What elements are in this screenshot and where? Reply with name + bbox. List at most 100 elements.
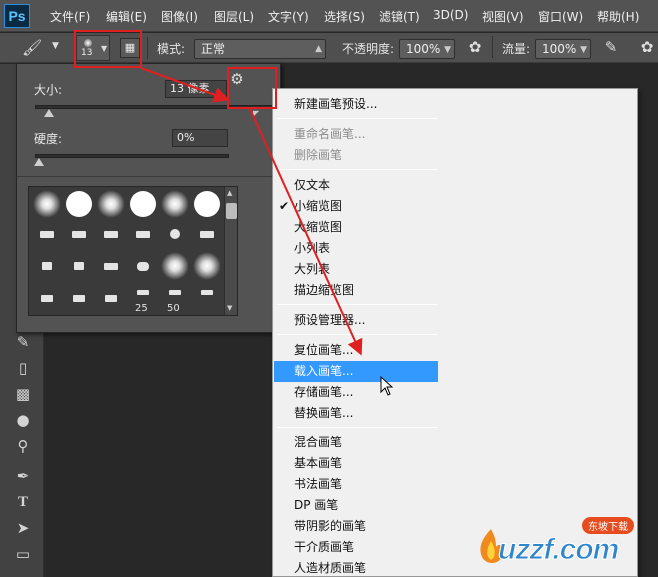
opacity-input[interactable]: 100% ▼	[399, 39, 455, 59]
menu-item-replace-brushes[interactable]: 替换画笔...	[274, 403, 438, 424]
brush-preset[interactable]	[95, 189, 127, 219]
menu-item-large-list[interactable]: 大列表	[274, 259, 438, 280]
angled-tip-icon	[73, 294, 85, 302]
reset-size-icon[interactable]: ◤	[253, 109, 263, 118]
pen-tip-icon	[201, 289, 213, 295]
brush-preset[interactable]	[31, 251, 63, 281]
scrollbar-thumb[interactable]	[226, 203, 237, 219]
brush-preset[interactable]	[127, 189, 159, 219]
menu-3d[interactable]: 3D(D)	[433, 8, 468, 22]
menu-select[interactable]: 选择(S)	[324, 8, 365, 25]
size-input[interactable]: 13 像素	[165, 80, 227, 98]
annotation-box-brush-picker	[74, 30, 142, 68]
round-tip-icon	[137, 261, 149, 271]
size-label: 大小:	[34, 83, 63, 97]
size-slider-thumb[interactable]	[44, 109, 55, 117]
pen-tip-icon	[72, 230, 86, 238]
brush-preset[interactable]	[95, 283, 127, 313]
scroll-down-icon[interactable]: ▼	[227, 304, 232, 312]
menu-item-new-preset[interactable]: 新建画笔预设...	[274, 94, 438, 115]
menu-item-faux-finish-brushes[interactable]: 人造材质画笔	[274, 558, 438, 577]
brush-preset[interactable]	[95, 219, 127, 249]
gradient-icon[interactable]: ▩	[12, 384, 34, 404]
flow-input[interactable]: 100% ▼	[535, 39, 591, 59]
menu-layer[interactable]: 图层(L)	[214, 8, 254, 25]
tool-preset-chevron-down-icon[interactable]: ▼	[52, 41, 59, 51]
hardness-slider[interactable]	[35, 154, 229, 158]
watermark-logo: 东坡下载 uzzf.com	[470, 515, 658, 577]
scroll-up-icon[interactable]: ▲	[227, 189, 232, 197]
angled-tip-icon	[105, 294, 117, 302]
mode-value: 正常	[201, 42, 226, 56]
brush-preset[interactable]	[31, 189, 63, 219]
brush-preset[interactable]	[159, 189, 191, 219]
eraser-icon[interactable]: ▯	[12, 358, 34, 378]
divider	[492, 36, 493, 58]
pen-icon[interactable]: ✒	[12, 466, 34, 486]
hard-round-icon	[66, 191, 92, 217]
rectangle-icon[interactable]: ▭	[12, 544, 34, 564]
annotation-box-gear	[227, 67, 277, 109]
menu-item-dp-brushes[interactable]: DP 画笔	[274, 495, 438, 516]
mode-label: 模式:	[157, 42, 186, 56]
menu-item-dry-media-brushes[interactable]: 干介质画笔	[274, 537, 438, 558]
history-brush-icon[interactable]: ✎	[12, 332, 34, 352]
menu-type[interactable]: 文字(Y)	[268, 8, 309, 25]
brush-preset[interactable]	[31, 219, 63, 249]
brush-preset[interactable]	[63, 251, 95, 281]
mode-select[interactable]: 正常 ▲	[194, 39, 326, 59]
menu-item-reset-brushes[interactable]: 复位画笔...	[274, 340, 438, 361]
type-tool-icon[interactable]: T	[12, 492, 34, 512]
brush-preset[interactable]	[191, 189, 223, 219]
brush-preset[interactable]	[63, 189, 95, 219]
menu-image[interactable]: 图像(I)	[161, 8, 198, 25]
menu-item-stroke-thumbnail[interactable]: 描边缩览图	[274, 280, 438, 301]
pen-tip-icon	[40, 230, 54, 238]
brush-tool-icon[interactable]: 🖌︎	[22, 38, 42, 57]
brush-preset-grid: 25 50	[28, 186, 238, 316]
menu-window[interactable]: 窗口(W)	[538, 8, 583, 25]
airbrush-icon[interactable]: ✎	[600, 38, 622, 58]
brush-preset[interactable]	[95, 251, 127, 281]
menu-item-small-list[interactable]: 小列表	[274, 238, 438, 259]
brush-preset[interactable]	[63, 219, 95, 249]
menu-filter[interactable]: 滤镜(T)	[379, 8, 420, 25]
soft-round-icon	[97, 190, 125, 218]
pressure-opacity-icon[interactable]: ✿	[464, 38, 486, 58]
path-select-icon[interactable]: ➤	[12, 518, 34, 538]
hardness-input[interactable]: 0%	[172, 129, 228, 147]
menu-item-assorted-brushes[interactable]: 混合画笔	[274, 432, 438, 453]
menu-file[interactable]: 文件(F)	[50, 8, 90, 25]
menu-view[interactable]: 视图(V)	[482, 8, 524, 25]
menu-item-calligraphic-brushes[interactable]: 书法画笔	[274, 474, 438, 495]
menu-item-small-thumbnail[interactable]: 小缩览图	[274, 196, 438, 217]
brush-preset[interactable]	[191, 219, 223, 249]
chevron-down-icon: ▼	[580, 45, 587, 55]
brush-preset[interactable]	[63, 283, 95, 313]
blur-icon[interactable]: ●	[12, 410, 34, 430]
hardness-slider-thumb[interactable]	[33, 158, 44, 166]
menu-edit[interactable]: 编辑(E)	[106, 8, 147, 25]
menu-separator	[277, 118, 437, 119]
brush-preset[interactable]	[159, 219, 191, 249]
pressure-size-icon[interactable]: ✿	[636, 38, 658, 58]
menu-help[interactable]: 帮助(H)	[597, 8, 639, 25]
pen-tip-icon	[136, 230, 150, 238]
menu-item-small-thumbnail-row[interactable]: ✔ 小缩览图	[274, 196, 438, 217]
menu-item-save-brushes[interactable]: 存储画笔...	[274, 382, 438, 403]
hardness-label: 硬度:	[34, 132, 63, 146]
menu-item-basic-brushes[interactable]: 基本画笔	[274, 453, 438, 474]
preset-scrollbar[interactable]: ▲ ▼	[224, 187, 237, 315]
menu-item-drop-shadow-brushes[interactable]: 带阴影的画笔	[274, 516, 438, 537]
pen-tip-icon	[169, 289, 181, 295]
brush-preset[interactable]	[31, 283, 63, 313]
menu-item-load-brushes[interactable]: 载入画笔...	[274, 361, 438, 382]
brush-preset[interactable]	[191, 277, 223, 307]
menu-item-large-thumbnail[interactable]: 大缩览图	[274, 217, 438, 238]
brush-preset[interactable]	[127, 219, 159, 249]
dodge-icon[interactable]: ⚲	[12, 436, 34, 456]
menu-item-text-only[interactable]: 仅文本	[274, 175, 438, 196]
divider	[17, 176, 280, 177]
menu-item-preset-manager[interactable]: 预设管理器...	[274, 310, 438, 331]
menu-separator	[277, 304, 437, 305]
